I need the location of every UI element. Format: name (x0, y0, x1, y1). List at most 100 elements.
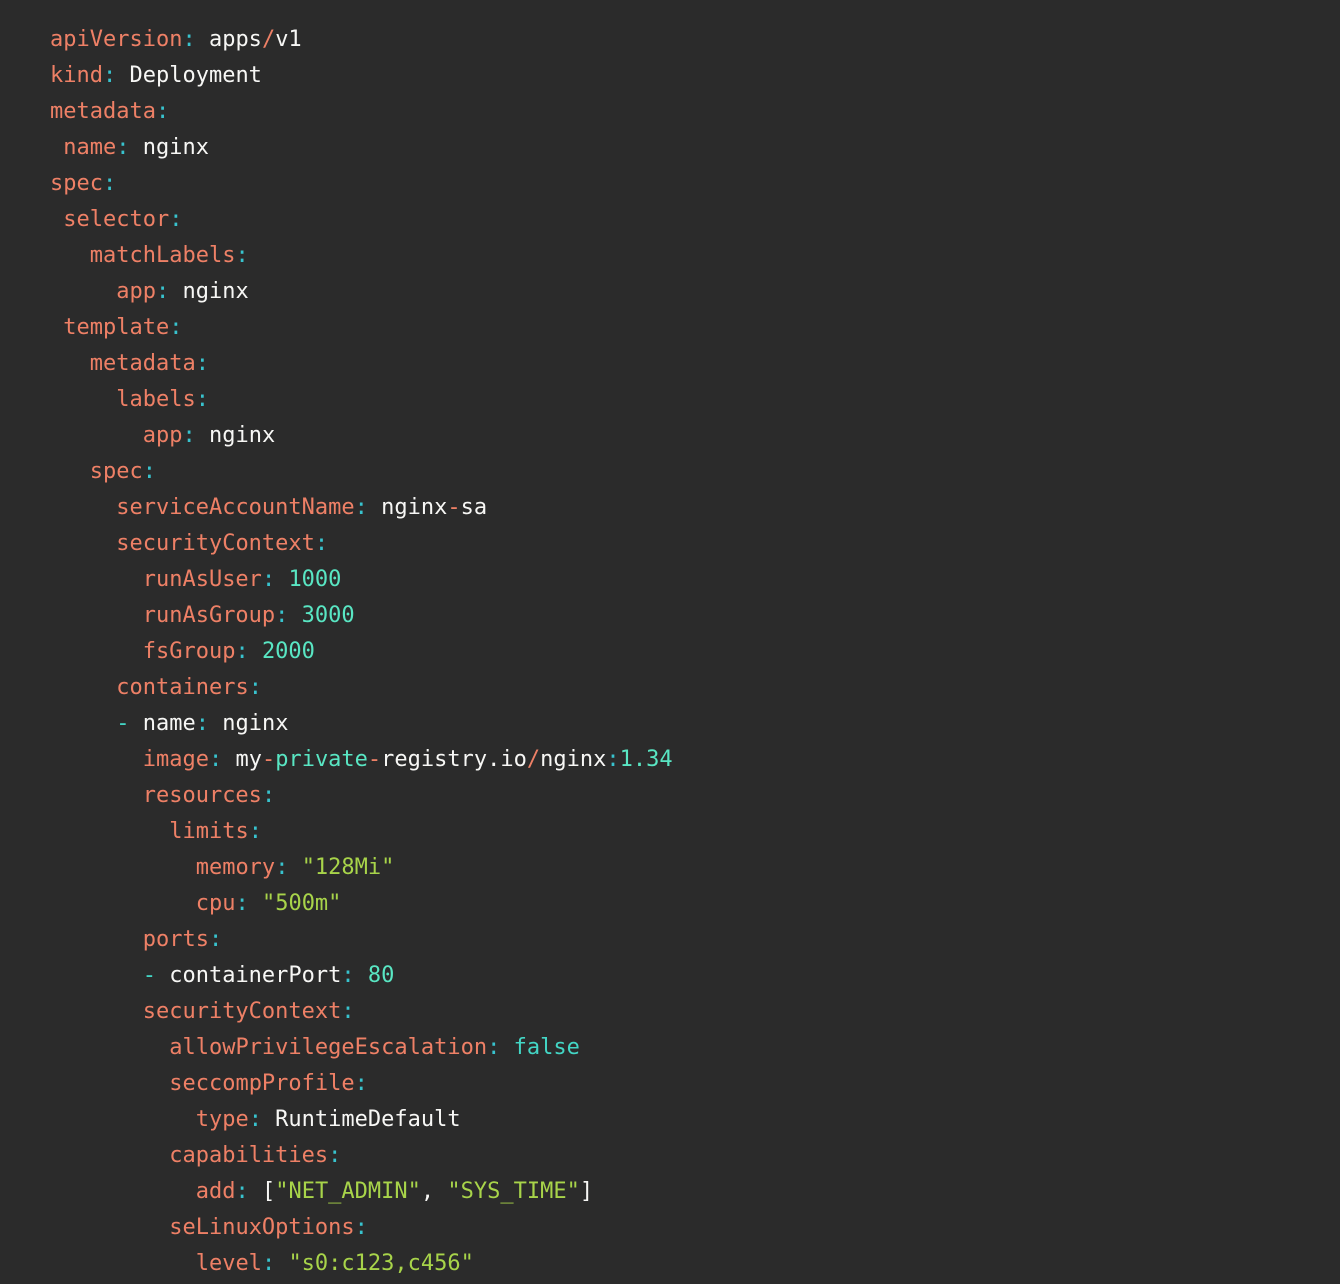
token-colon: : (606, 747, 619, 772)
code-line: metadata: (50, 346, 1320, 382)
token-key: spec (90, 459, 143, 484)
code-line: labels: (50, 382, 1320, 418)
token-key: metadata (50, 99, 156, 124)
code-line: metadata: (50, 94, 1320, 130)
code-line: apiVersion: apps/v1 (50, 22, 1320, 58)
token-op: - (262, 747, 275, 772)
token-key: level (196, 1251, 262, 1276)
token-key: name (63, 135, 116, 160)
token-plain: registry.io (381, 747, 527, 772)
token-key: kind (50, 63, 103, 88)
token-colon: : (209, 927, 222, 952)
token-plain (288, 603, 301, 628)
token-key: memory (196, 855, 275, 880)
token-plain: containerPort (156, 963, 341, 988)
token-key: seccompProfile (169, 1071, 354, 1096)
code-line: name: nginx (50, 130, 1320, 166)
token-colon: : (156, 279, 169, 304)
token-plain (500, 1035, 513, 1060)
token-str: "128Mi" (302, 855, 395, 880)
token-key: template (63, 315, 169, 340)
token-key: securityContext (143, 999, 342, 1024)
token-str: "s0:c123,c456" (288, 1251, 473, 1276)
token-colon: : (235, 1179, 248, 1204)
token-num: 2000 (262, 639, 315, 664)
code-line: template: (50, 310, 1320, 346)
token-plain: apps (196, 27, 262, 52)
token-colon: : (355, 1215, 368, 1240)
token-key: selector (63, 207, 169, 232)
token-colon: : (196, 351, 209, 376)
token-colon: : (275, 603, 288, 628)
code-line: selector: (50, 202, 1320, 238)
code-line: image: my-private-registry.io/nginx:1.34 (50, 742, 1320, 778)
token-str: "NET_ADMIN" (275, 1179, 421, 1204)
token-plain (275, 567, 288, 592)
token-plain: RuntimeDefault (262, 1107, 461, 1132)
token-op: / (527, 747, 540, 772)
token-key: serviceAccountName (116, 495, 354, 520)
token-key: type (196, 1107, 249, 1132)
token-colon: : (103, 171, 116, 196)
token-plain: , (421, 1179, 448, 1204)
code-line: spec: (50, 454, 1320, 490)
token-plain: Deployment (116, 63, 262, 88)
token-num: 3000 (302, 603, 355, 628)
token-plain: nginx (368, 495, 447, 520)
token-colon: : (355, 495, 368, 520)
token-colon: : (355, 1071, 368, 1096)
token-colon: : (249, 819, 262, 844)
code-line: capabilities: (50, 1138, 1320, 1174)
code-line: securityContext: (50, 994, 1320, 1030)
code-line: app: nginx (50, 418, 1320, 454)
token-plain: sa (461, 495, 488, 520)
token-num: private (275, 747, 368, 772)
token-plain: nginx (209, 711, 288, 736)
token-key: fsGroup (143, 639, 236, 664)
token-dash: - (116, 711, 129, 736)
token-plain: nginx (540, 747, 606, 772)
token-key: cpu (196, 891, 236, 916)
token-key: runAsUser (143, 567, 262, 592)
token-key: containers (116, 675, 248, 700)
token-colon: : (196, 711, 209, 736)
token-colon: : (196, 387, 209, 412)
token-colon: : (328, 1143, 341, 1168)
code-line: spec: (50, 166, 1320, 202)
code-line: runAsGroup: 3000 (50, 598, 1320, 634)
token-colon: : (262, 1251, 275, 1276)
token-num: 80 (368, 963, 395, 988)
code-line: kind: Deployment (50, 58, 1320, 94)
token-colon: : (182, 423, 195, 448)
token-colon: : (169, 315, 182, 340)
code-line: seccompProfile: (50, 1066, 1320, 1102)
token-plain: name (129, 711, 195, 736)
token-key: resources (143, 783, 262, 808)
code-line: type: RuntimeDefault (50, 1102, 1320, 1138)
token-plain: v1 (275, 27, 302, 52)
yaml-code-block: apiVersion: apps/v1kind: Deploymentmetad… (0, 0, 1340, 1284)
token-key: securityContext (116, 531, 315, 556)
token-key: matchLabels (90, 243, 236, 268)
code-line: limits: (50, 814, 1320, 850)
token-colon: : (249, 1107, 262, 1132)
token-key: capabilities (169, 1143, 328, 1168)
token-plain (275, 1251, 288, 1276)
token-key: limits (169, 819, 248, 844)
token-colon: : (209, 747, 222, 772)
code-line: memory: "128Mi" (50, 850, 1320, 886)
token-key: add (196, 1179, 236, 1204)
code-line: serviceAccountName: nginx-sa (50, 490, 1320, 526)
code-line: securityContext: (50, 526, 1320, 562)
token-key: ports (143, 927, 209, 952)
code-line: cpu: "500m" (50, 886, 1320, 922)
code-line: add: ["NET_ADMIN", "SYS_TIME"] (50, 1174, 1320, 1210)
token-colon: : (169, 207, 182, 232)
token-plain (288, 855, 301, 880)
token-key: app (143, 423, 183, 448)
token-num: 1.34 (620, 747, 673, 772)
code-line: level: "s0:c123,c456" (50, 1246, 1320, 1282)
token-plain: nginx (129, 135, 208, 160)
token-plain: ] (580, 1179, 593, 1204)
token-plain: [ (249, 1179, 276, 1204)
